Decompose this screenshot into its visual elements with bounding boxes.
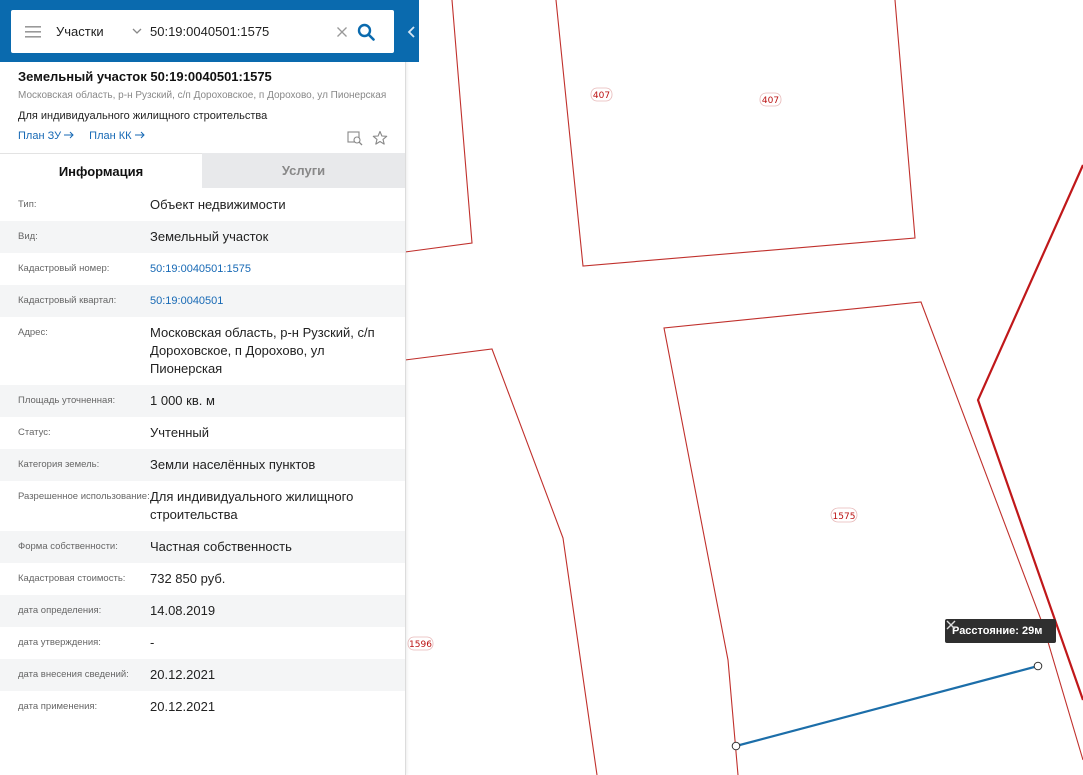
info-row-label: Адрес: [18, 327, 48, 338]
clear-icon[interactable] [336, 26, 348, 38]
info-row-label: Форма собственности: [18, 541, 118, 552]
panel-tabs: Информация Услуги [0, 153, 405, 188]
info-row-value: Земельный участок [150, 229, 269, 244]
chevron-down-icon [132, 28, 142, 34]
info-row: Категория земель: Земли населённых пункто… [0, 449, 405, 481]
parcel-boundary-407[interactable] [555, 0, 916, 267]
info-table: Тип: Объект недвижимости Вид: Земельный уча… [0, 189, 405, 723]
info-row-value: 20.12.2021 [150, 667, 216, 682]
info-row: дата утверждения: - [0, 627, 405, 659]
top-bar: Участки [0, 0, 419, 62]
info-row-value: Московская область, р-н Рузский, с/п Дор… [150, 325, 375, 376]
info-row: Форма собственности: Частная собственност… [0, 531, 405, 563]
info-row-value: Для индивидуального жилищного строительс… [150, 489, 354, 522]
tab-information[interactable]: Информация [0, 153, 202, 188]
info-row: дата внесения сведений: 20.12.2021 [0, 659, 405, 691]
info-row-label: Кадастровый квартал: [18, 295, 117, 306]
svg-text:1596: 1596 [409, 640, 432, 650]
plan-kk-link[interactable]: План КК [89, 130, 145, 142]
info-row-value: 14.08.2019 [150, 603, 216, 618]
search-input[interactable] [150, 24, 330, 39]
info-row: дата применения: 20.12.2021 [0, 691, 405, 723]
map-search-icon[interactable] [347, 130, 363, 146]
info-row: Разрешенное использование: Для индивидуал… [0, 481, 405, 531]
category-value: Участки [56, 24, 104, 39]
distance-label: Расстояние: 29м [952, 625, 1043, 637]
parcel-boundary-1596[interactable] [404, 348, 598, 775]
search-icon[interactable] [357, 23, 375, 41]
star-icon[interactable] [372, 130, 388, 146]
info-row: Вид: Земельный участок [0, 221, 405, 253]
plan-kk-label: План КК [89, 130, 132, 142]
info-row-label: дата утверждения: [18, 637, 101, 648]
info-row: дата определения: 14.08.2019 [0, 595, 405, 627]
chevron-left-icon[interactable] [405, 24, 419, 40]
info-row-value: Учтенный [150, 425, 210, 440]
info-row: Кадастровый номер: 50:19:0040501:1575 [0, 253, 405, 285]
info-row-value: Частная собственность [150, 539, 292, 554]
info-row-value: 732 850 руб. [150, 571, 226, 586]
info-row: Адрес: Московская область, р-н Рузский, с… [0, 317, 405, 385]
info-row-value: - [150, 635, 155, 650]
info-row-label: Кадастровая стоимость: [18, 573, 126, 584]
parcel-label: 407 [759, 92, 782, 107]
info-row: Кадастровая стоимость: 732 850 руб. [0, 563, 405, 595]
svg-text:407: 407 [593, 91, 610, 101]
info-row-value: Земли населённых пунктов [150, 457, 316, 472]
info-row: Площадь уточненная: 1 000 кв. м [0, 385, 405, 417]
parcel-address: Московская область, р-н Рузский, с/п Дор… [18, 90, 387, 101]
info-row-label: Статус: [18, 427, 51, 438]
measure-point-start[interactable] [731, 741, 741, 751]
plan-links: План ЗУ План КК [18, 130, 146, 142]
info-row-link[interactable]: 50:19:0040501:1575 [150, 260, 390, 278]
info-panel: Участки Земельный участок 50:19:0040501:… [0, 0, 419, 775]
arrow-right-icon [134, 131, 145, 139]
info-row-label: Категория земель: [18, 459, 100, 470]
info-row-value: 20.12.2021 [150, 699, 216, 714]
svg-text:407: 407 [762, 96, 779, 106]
plan-zu-link[interactable]: План ЗУ [18, 130, 75, 142]
info-row-label: Тип: [18, 199, 37, 210]
info-row-label: дата внесения сведений: [18, 669, 129, 680]
measure-line[interactable] [735, 664, 1039, 748]
category-select[interactable]: Участки [56, 24, 142, 39]
svg-text:1575: 1575 [833, 512, 856, 522]
info-row: Тип: Объект недвижимости [0, 189, 405, 221]
parcel-title: Земельный участок 50:19:0040501:1575 [18, 69, 272, 84]
info-row-label: дата определения: [18, 605, 102, 616]
menu-icon[interactable] [25, 25, 41, 39]
info-row-label: Разрешенное использование: [18, 491, 150, 502]
info-row-value: 1 000 кв. м [150, 393, 215, 408]
parcel-label-1575: 1575 [830, 507, 858, 523]
close-icon[interactable] [945, 619, 957, 631]
info-row: Статус: Учтенный [0, 417, 405, 449]
plan-zu-label: План ЗУ [18, 130, 62, 142]
tab-services[interactable]: Услуги [202, 153, 405, 188]
parcel-header: Земельный участок 50:19:0040501:1575 Мос… [18, 68, 388, 123]
info-row-label: Вид: [18, 231, 38, 242]
info-row: Кадастровый квартал: 50:19:0040501 [0, 285, 405, 317]
measure-point-end[interactable] [1033, 661, 1043, 671]
info-row-value: Объект недвижимости [150, 197, 286, 212]
parcel-label: 407 [590, 87, 613, 102]
distance-tooltip: Расстояние: 29м [945, 619, 1057, 643]
search-box: Участки [11, 10, 394, 53]
info-row-link[interactable]: 50:19:0040501 [150, 292, 390, 310]
info-row-label: Кадастровый номер: [18, 263, 110, 274]
parcel-label-1596: 1596 [407, 636, 434, 651]
parcel-use: Для индивидуального жилищного строительс… [18, 110, 268, 122]
arrow-right-icon [64, 131, 74, 139]
info-row-label: Площадь уточненная: [18, 395, 116, 406]
info-row-label: дата применения: [18, 701, 98, 712]
parcel-boundary-1575[interactable] [663, 301, 1083, 775]
